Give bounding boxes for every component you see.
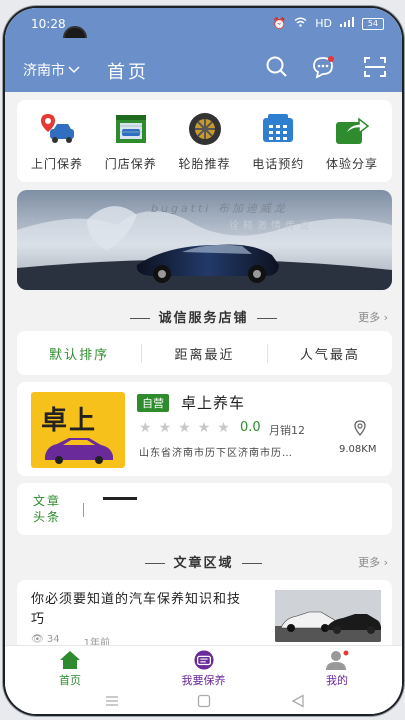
shop-logo-text: 卓上 xyxy=(41,406,98,436)
sort-bar: 默认排序 距离最近 人气最高 xyxy=(17,331,392,375)
shop-name: 卓上养车 xyxy=(181,394,246,412)
city-label: 济南市 xyxy=(23,63,65,79)
more-label: 更多 xyxy=(358,556,381,569)
home-icon xyxy=(60,651,80,669)
nav-label: 上门保养 xyxy=(30,157,83,171)
nav-item-tire[interactable]: 轮胎推荐 xyxy=(171,100,239,182)
system-navigation-bar xyxy=(5,688,402,714)
star-icon: ★ xyxy=(158,420,172,436)
app-screen: 10:28 ⏰ HD 54 济南市 首页 上门保养 门店保养 轮胎推荐 电话预约… xyxy=(5,8,402,714)
tire-icon xyxy=(188,113,221,145)
star-icon: ★ xyxy=(178,420,191,436)
articles-more-link[interactable]: 更多 › xyxy=(358,554,388,570)
self-operated-badge: 自营 xyxy=(137,394,169,412)
promo-banner[interactable]: bugatti 布加迪威龙 诠释激情传说 xyxy=(17,190,392,290)
network-label: HD xyxy=(315,17,332,30)
sort-default[interactable]: 默认排序 xyxy=(17,343,143,363)
menu-icon[interactable] xyxy=(105,696,119,706)
scan-icon[interactable] xyxy=(362,54,388,80)
eye-icon: 👁 xyxy=(31,634,44,645)
wifi-icon xyxy=(294,17,307,30)
tab-mine[interactable]: 我的 xyxy=(272,646,402,688)
signal-icon xyxy=(340,17,354,30)
rating-value: 0.0 xyxy=(240,420,261,435)
status-icons: ⏰ HD 54 xyxy=(273,17,384,30)
tab-label: 我的 xyxy=(326,674,348,687)
headlines-label: 文章头条 xyxy=(33,494,62,524)
store-garage-icon xyxy=(115,115,146,143)
articles-section-header: 文章区域 更多 › xyxy=(5,549,402,573)
shop-card[interactable]: 卓上 自营 卓上养车 ★ ★ ★ ★ ★ 0.0 月销12 山东省济南市历下区济… xyxy=(17,382,392,476)
status-time: 10:28 xyxy=(31,17,66,31)
user-icon xyxy=(326,650,349,670)
home-service-car-icon xyxy=(41,114,74,143)
section-title: 诚信服务店铺 xyxy=(5,307,402,326)
home-button-icon[interactable] xyxy=(197,694,211,708)
share-icon xyxy=(336,117,370,144)
shop-distance: 9.08KM xyxy=(339,444,377,455)
alarm-icon: ⏰ xyxy=(272,17,287,30)
back-icon[interactable] xyxy=(291,694,305,708)
banner-slogan-text: 诠释激情传说 xyxy=(229,221,313,232)
sort-nearest[interactable]: 距离最近 xyxy=(142,343,268,363)
location-pin-icon xyxy=(354,420,366,436)
tab-label: 我要保养 xyxy=(181,674,226,687)
search-icon[interactable] xyxy=(264,54,290,80)
nav-item-store-service[interactable]: 门店保养 xyxy=(97,100,165,182)
star-icon: ★ xyxy=(139,420,152,436)
service-nav-grid: 上门保养 门店保养 轮胎推荐 电话预约 体验分享 xyxy=(17,100,392,182)
view-count: 34 xyxy=(46,634,60,645)
nav-item-share[interactable]: 体验分享 xyxy=(318,100,386,182)
rating-stars: ★ ★ ★ ★ ★ xyxy=(139,420,230,436)
shops-section-title: 诚信服务店铺 xyxy=(158,311,249,326)
nav-item-home-service[interactable]: 上门保养 xyxy=(23,100,91,182)
divider xyxy=(83,503,84,517)
more-label: 更多 xyxy=(358,311,381,324)
maintenance-icon xyxy=(193,650,214,670)
cars-image xyxy=(275,590,381,642)
tab-maintenance[interactable]: 我要保养 xyxy=(139,646,269,688)
tab-label: 首页 xyxy=(59,674,81,687)
bottom-tab-bar: 首页 我要保养 我的 xyxy=(5,645,402,688)
chevron-down-icon xyxy=(68,66,80,74)
app-header: 济南市 首页 xyxy=(5,38,402,92)
monthly-sales: 月销12 xyxy=(269,424,305,437)
message-icon[interactable] xyxy=(310,54,336,80)
chevron-right-icon: › xyxy=(383,311,388,324)
headline-thumbnail xyxy=(103,497,137,500)
nav-label: 轮胎推荐 xyxy=(178,157,231,171)
shop-logo: 卓上 xyxy=(31,392,125,468)
article-thumbnail xyxy=(275,590,381,642)
sort-popular[interactable]: 人气最高 xyxy=(268,344,392,363)
page-title: 首页 xyxy=(107,62,149,83)
shop-address: 山东省济南市历下区济南市历… xyxy=(139,448,293,459)
nav-label: 电话预约 xyxy=(252,157,305,171)
chevron-right-icon: › xyxy=(383,556,388,569)
city-selector[interactable]: 济南市 xyxy=(23,60,80,80)
banner-brand-text: bugatti 布加迪威龙 xyxy=(151,202,288,215)
nav-label: 体验分享 xyxy=(325,157,378,171)
article-title: 你必须要知道的汽车保养知识和技巧 xyxy=(31,592,242,627)
articles-section-title: 文章区域 xyxy=(173,556,234,571)
nav-item-phone[interactable]: 电话预约 xyxy=(244,100,312,182)
star-icon: ★ xyxy=(217,420,230,436)
shops-section-header: 诚信服务店铺 更多 › xyxy=(5,304,402,328)
shops-more-link[interactable]: 更多 › xyxy=(358,309,388,325)
article-headlines[interactable]: 文章头条 xyxy=(17,483,392,535)
section-title: 文章区域 xyxy=(5,552,402,571)
battery-icon: 54 xyxy=(362,17,384,30)
star-icon: ★ xyxy=(197,420,211,436)
car-logo-icon xyxy=(45,438,113,464)
tab-home[interactable]: 首页 xyxy=(5,646,135,688)
nav-label: 门店保养 xyxy=(104,157,157,171)
phone-icon xyxy=(263,114,294,142)
article-card[interactable]: 你必须要知道的汽车保养知识和技巧 👁 34 1年前 xyxy=(17,580,392,650)
phone-frame: 10:28 ⏰ HD 54 济南市 首页 上门保养 门店保养 轮胎推荐 电话预约… xyxy=(3,6,404,716)
status-bar: 10:28 ⏰ HD 54 xyxy=(5,8,402,50)
